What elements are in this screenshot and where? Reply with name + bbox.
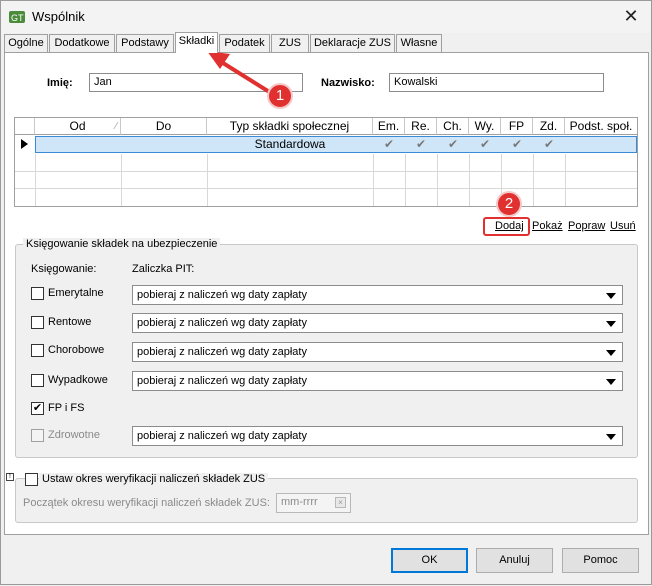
dialog-window: GT Wspólnik ✕ Ogólne Dodatkowe Podstawy … <box>0 0 652 585</box>
step-badge-1: 1 <box>267 83 293 109</box>
annotation-arrow <box>207 51 273 95</box>
step-badge-2: 2 <box>496 191 522 217</box>
tab-skladki[interactable]: Składki <box>175 32 218 53</box>
